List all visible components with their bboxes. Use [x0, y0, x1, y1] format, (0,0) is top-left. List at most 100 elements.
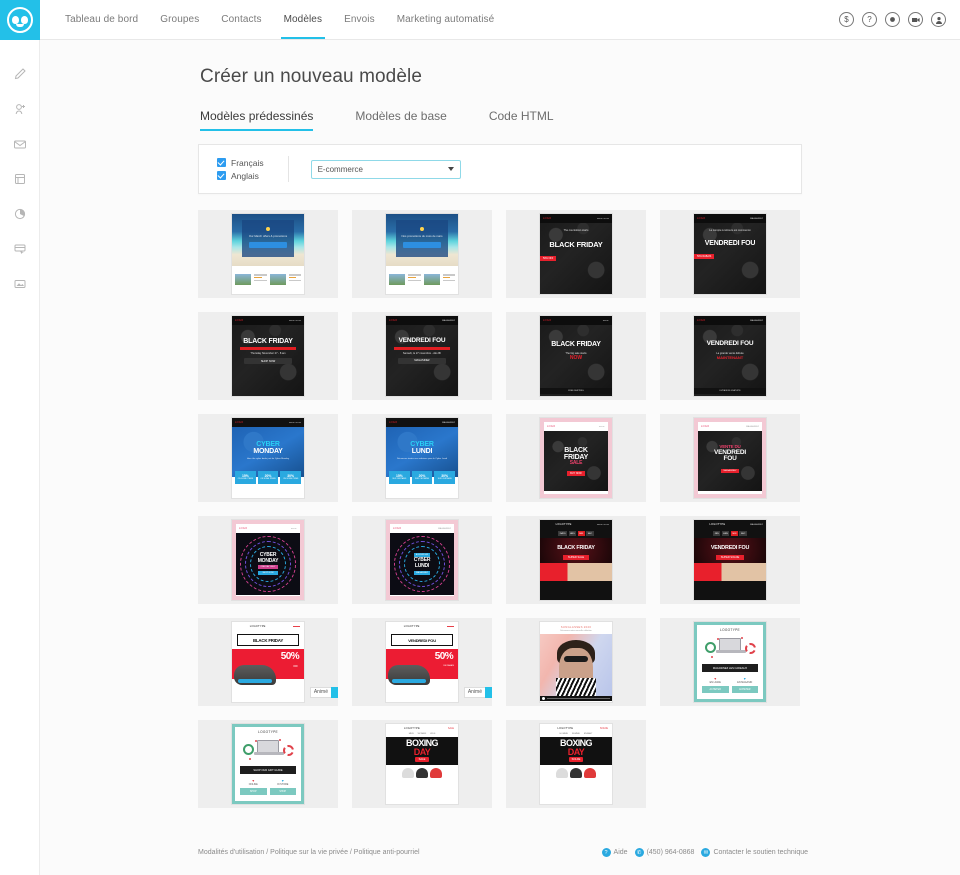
tab-modeles-predessines[interactable]: Modèles prédessinés: [200, 109, 314, 131]
envelope-icon: [13, 137, 27, 151]
sidebar-item-edit[interactable]: [0, 56, 40, 91]
nav-label: Marketing automatisé: [396, 14, 495, 25]
thumb-subtitle: Thursday November 27 - 8 am: [250, 352, 286, 356]
template-card[interactable]: LOGOTYPE SOLDE HOMME FEMME ENFANT BOXING…: [506, 720, 646, 808]
sidebar-item-form[interactable]: [0, 231, 40, 266]
nav-item-contacts[interactable]: Contacts: [210, 0, 272, 39]
template-card[interactable]: LOGO MAGASINEZ CYBER LUNDI Découvrez tou…: [352, 414, 492, 502]
footer-support: ? Aide ✆ (450) 964-0868 ✉ Contacter le s…: [601, 848, 808, 857]
footer-phone[interactable]: ✆ (450) 964-0868: [634, 848, 694, 857]
thumb-accent: NOW: [569, 355, 583, 362]
template-card[interactable]: LOGO MAGASINEZ AUJOURD'HUI CYBER LUNDI M…: [352, 516, 492, 604]
footer-help[interactable]: ? Aide: [601, 848, 628, 857]
thumb-discount-note: OFF: [293, 665, 298, 668]
media-icon: [13, 277, 27, 291]
footer-support-label: Contacter le soutien technique: [713, 849, 808, 856]
thumb-col-label: IN STORE: [277, 783, 289, 786]
add-contact-icon: [13, 102, 27, 116]
template-card[interactable]: LOGO SHOP BLACK FRIDAY SALE BUY NOW: [506, 414, 646, 502]
sidebar-item-add-contact[interactable]: [0, 91, 40, 126]
checkbox-francais[interactable]: Français: [217, 158, 264, 168]
thumb-accent: MAINTENANT: [716, 354, 744, 360]
template-card[interactable]: LOGO SHOP NOW CYBER MONDAY Here the cybe…: [198, 414, 338, 502]
checkbox-anglais[interactable]: Anglais: [217, 171, 264, 181]
footer-legal-links[interactable]: Modalités d'utilisation / Politique sur …: [198, 849, 420, 856]
sidebar-item-mail[interactable]: [0, 126, 40, 161]
thumb-tag: SUPER SALE: [562, 554, 590, 560]
topbar-actions: $ ?: [839, 0, 960, 39]
thumb-tag: SALE: [415, 757, 429, 763]
tab-code-html[interactable]: Code HTML: [489, 109, 554, 131]
help-icon[interactable]: ?: [862, 12, 877, 27]
thumb-nav-item: MEN: [408, 733, 414, 735]
template-card[interactable]: LOGOTYPE MAGASINEZ JRS HRS MIN SEC VENDR…: [660, 516, 800, 604]
template-card[interactable]: LOGO SHOP CYBER MONDAY ONE DAY ONLY SHOP…: [198, 516, 338, 604]
nav-item-marketing-automatise[interactable]: Marketing automatisé: [386, 0, 506, 39]
thumb-subtitle: The countdown starts: [563, 229, 589, 232]
footer-support-contact[interactable]: ✉ Contacter le soutien technique: [701, 848, 808, 857]
thumb-logo: LOGOTYPE: [258, 730, 278, 734]
template-card[interactable]: LOGO SHOP BLACK FRIDAY The big sale star…: [506, 312, 646, 400]
chevron-down-icon: [447, 167, 454, 171]
template-thumbnail: LOGO SHOP NOW BLACK FRIDAY Thursday Nove…: [232, 316, 304, 396]
owl-logo-icon: [7, 7, 33, 33]
thumb-title: VENDREDI FOU: [391, 634, 453, 646]
template-thumbnail: LOGO MAGASINEZ VENTE DU VENDREDI FOU MAG…: [694, 418, 766, 498]
brand-logo[interactable]: [0, 0, 40, 40]
template-card[interactable]: LOGO MAGASINEZ VENTE DU VENDREDI FOU MAG…: [660, 414, 800, 502]
sidebar-item-stats[interactable]: [0, 196, 40, 231]
thumb-logo: LOGO: [239, 527, 248, 530]
checkbox-label: Français: [231, 157, 264, 168]
countdown-unit: JRS: [713, 531, 721, 537]
template-card[interactable]: LOGOTYPE SALE MEN WOMEN KIDS BOXING DAY …: [352, 720, 492, 808]
template-thumbnail: LOGOTYPE BLACK FRIDAY 50% OFF: [232, 622, 304, 702]
app-root: Tableau de bord Groupes Contacts Modèles…: [0, 0, 960, 875]
template-thumbnail: Our March offers & promotions: [232, 214, 304, 294]
template-card[interactable]: LOGO MAGASINEZ VENDREDI FOU Samedi, le 2…: [352, 312, 492, 400]
template-thumbnail: LOGO SHOP NOW CYBER MONDAY Here the cybe…: [232, 418, 304, 498]
template-card[interactable]: LOGO SHOP NOW The countdown starts BLACK…: [506, 210, 646, 298]
nav-label: Modèles: [283, 14, 323, 25]
template-card[interactable]: LOGO MAGASINEZ VENDREDI FOU La grande ve…: [660, 312, 800, 400]
template-card[interactable]: LOGO MAGASINEZ Le compte à rebours est c…: [660, 210, 800, 298]
pie-chart-icon: [13, 207, 27, 221]
template-card[interactable]: LOGOTYPE MAGASINEZ LES CADEAUX ▾ EN LIGNE…: [660, 618, 800, 706]
badge-anime: Animé: [309, 687, 338, 698]
checkbox-icon: [217, 171, 226, 180]
template-thumbnail: LOGOTYPE SOLDE HOMME FEMME ENFANT BOXING…: [540, 724, 612, 804]
thumb-nav-item: HOMME: [559, 733, 568, 735]
thumb-title: BLACK FRIDAY: [557, 545, 595, 552]
nav-item-envois[interactable]: Envois: [333, 0, 386, 39]
template-card[interactable]: LOGOTYPE SHOP OUR GIFT GUIDE ▾ ONLINE SHOP…: [198, 720, 338, 808]
tab-modeles-de-base[interactable]: Modèles de base: [355, 109, 446, 131]
template-card[interactable]: Our March offers & promotions: [198, 210, 338, 298]
thumb-logo: LOGO: [543, 217, 552, 220]
page-footer: Modalités d'utilisation / Politique sur …: [198, 848, 808, 857]
video-icon[interactable]: [908, 12, 923, 27]
billing-icon[interactable]: $: [839, 12, 854, 27]
sidebar-item-media[interactable]: [0, 266, 40, 301]
thumb-title: VENDREDI FOU: [704, 240, 756, 247]
thumb-logo: LOGO: [543, 319, 552, 322]
nav-item-groupes[interactable]: Groupes: [149, 0, 210, 39]
template-card[interactable]: LOGOTYPE SHOP NOW DAYS HRS MIN SEC BLACK…: [506, 516, 646, 604]
template-card[interactable]: LOGOTYPE BLACK FRIDAY 50% OFF Animé: [198, 618, 338, 706]
template-card[interactable]: Nos promotions du mois de mars: [352, 210, 492, 298]
phone-icon: ✆: [634, 848, 644, 857]
template-card[interactable]: LOGOTYPE VENDREDI FOU 50% DE RABAIS Anim…: [352, 618, 492, 706]
record-icon[interactable]: [885, 12, 900, 27]
nav-item-modeles[interactable]: Modèles: [273, 0, 334, 39]
category-select[interactable]: E-commerce: [310, 159, 461, 179]
pencil-icon: [13, 67, 27, 81]
top-navigation-bar: Tableau de bord Groupes Contacts Modèles…: [0, 0, 960, 40]
list-icon: [13, 172, 27, 186]
badge-label: Animé: [309, 687, 331, 698]
nav-item-tableau-de-bord[interactable]: Tableau de bord: [54, 0, 149, 39]
thumb-discount: 50%: [434, 651, 454, 662]
sidebar-item-list[interactable]: [0, 161, 40, 196]
thumb-col-label: ONLINE: [248, 783, 258, 786]
account-icon[interactable]: [931, 12, 946, 27]
countdown-unit: SEC: [739, 531, 747, 537]
template-card[interactable]: LOGO SHOP NOW BLACK FRIDAY Thursday Nove…: [198, 312, 338, 400]
template-card[interactable]: SUNGLASSES 2020 Découvrez notre nouvelle…: [506, 618, 646, 706]
